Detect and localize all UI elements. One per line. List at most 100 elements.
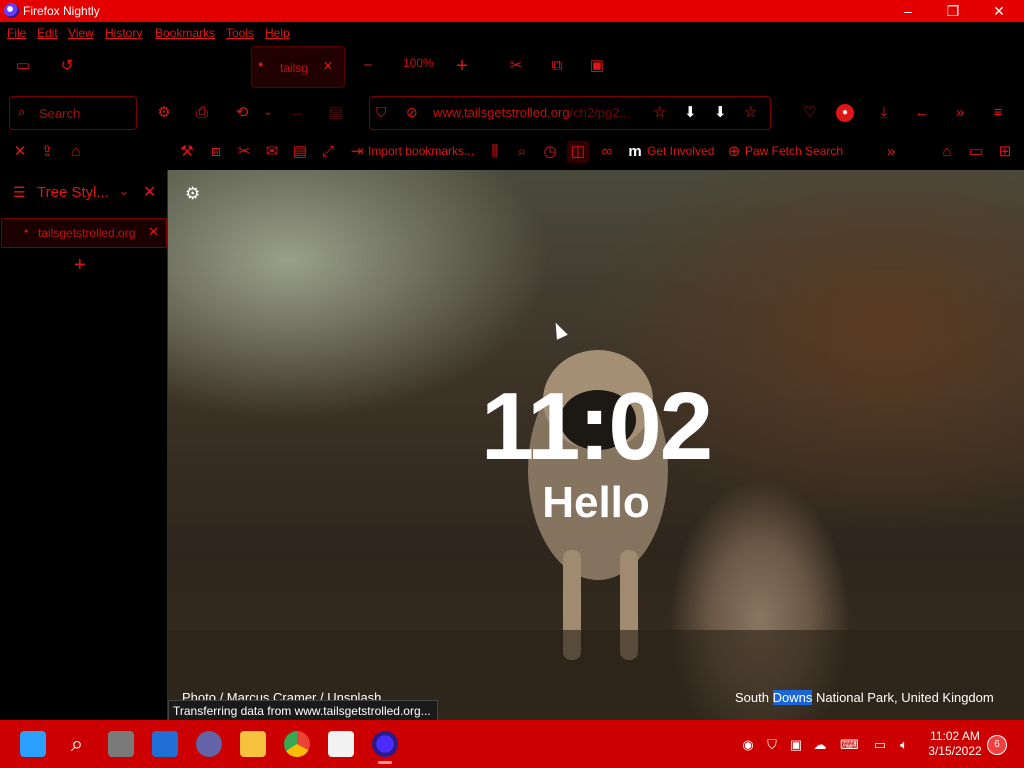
- sidebar-close-icon[interactable]: ✕: [143, 182, 156, 202]
- new-folder-icon[interactable]: ▤: [289, 141, 311, 163]
- pocket-icon[interactable]: ♡: [799, 102, 821, 124]
- sidebar-toggle-icon[interactable]: ◫: [567, 141, 589, 163]
- menu-view[interactable]: View: [68, 26, 94, 40]
- back-arrow-icon[interactable]: ←: [911, 102, 933, 124]
- extension-icon[interactable]: ⟲: [231, 102, 253, 124]
- search-box[interactable]: ⌕ Search: [9, 96, 137, 130]
- keyboard-icon[interactable]: ⌨: [840, 737, 859, 753]
- sidebar-chevron-down-icon[interactable]: ⌄: [119, 184, 129, 198]
- tray-onedrive-icon[interactable]: ☁: [812, 737, 828, 753]
- home-icon[interactable]: ⌂: [936, 141, 958, 163]
- chrome-icon[interactable]: [284, 731, 310, 757]
- import-icon[interactable]: ⇥: [346, 141, 368, 163]
- paw-fetch-search-link[interactable]: Paw Fetch Search: [745, 144, 843, 158]
- copy-icon[interactable]: ⧉: [546, 55, 568, 77]
- teams-chat-icon[interactable]: [196, 731, 222, 757]
- addons-icon[interactable]: ⧈: [205, 141, 227, 163]
- bookmarks-overflow-icon[interactable]: »: [880, 141, 902, 163]
- network-icon[interactable]: ▭: [872, 737, 888, 753]
- email-icon[interactable]: ✉: [261, 141, 283, 163]
- notification-badge[interactable]: 6: [987, 735, 1007, 755]
- bookmark-star-icon[interactable]: ☆: [653, 103, 666, 121]
- save-to-pocket-icon[interactable]: ⤓: [873, 102, 895, 124]
- ublock-icon[interactable]: ●: [836, 104, 854, 122]
- chevron-down-icon[interactable]: ⌄: [257, 102, 279, 124]
- solitaire-icon[interactable]: [328, 731, 354, 757]
- taskbar-date: 3/15/2022: [928, 744, 982, 758]
- sidebar-tab-close-icon[interactable]: ✕: [148, 224, 159, 240]
- menu-bookmarks[interactable]: Bookmarks: [155, 26, 215, 40]
- tab-overview-icon[interactable]: ▭: [12, 55, 34, 77]
- settings-icon[interactable]: ⚙: [153, 102, 175, 124]
- m-logo-icon[interactable]: m: [624, 141, 646, 163]
- library-icon[interactable]: ⇪: [36, 141, 58, 163]
- zoom-level[interactable]: 100%: [403, 56, 434, 70]
- active-app-indicator: [378, 761, 392, 764]
- hamburger-menu-icon[interactable]: ≡: [987, 102, 1009, 124]
- cut-icon[interactable]: ✂: [505, 55, 527, 77]
- tab-title: tailsg: [280, 61, 309, 75]
- history-icon[interactable]: ↺: [56, 55, 78, 77]
- get-involved-link[interactable]: Get Involved: [647, 144, 714, 158]
- tracking-protection-icon[interactable]: ⊘: [406, 104, 418, 121]
- paste-icon[interactable]: ▣: [586, 55, 608, 77]
- tray-teams-icon[interactable]: ▣: [788, 737, 804, 753]
- mask-icon[interactable]: ∞: [596, 141, 618, 163]
- tab-close-icon[interactable]: ✕: [323, 59, 333, 73]
- volume-icon[interactable]: 🔈︎: [896, 737, 912, 753]
- menu-file[interactable]: File: [7, 26, 26, 40]
- new-tab-button[interactable]: +: [74, 254, 86, 277]
- url-text[interactable]: www.tailsgetstrolled.org/ch2/pg2...: [433, 105, 630, 120]
- zoom-in-icon[interactable]: +: [451, 55, 473, 77]
- forward-disabled-icon: →: [289, 104, 305, 121]
- file-explorer-icon[interactable]: [240, 731, 266, 757]
- import-bookmarks-link[interactable]: Import bookmarks...: [368, 144, 474, 158]
- customize-icon[interactable]: ⚒: [176, 141, 198, 163]
- menu-edit[interactable]: Edit: [37, 26, 58, 40]
- taskbar-clock[interactable]: 11:02 AM 3/15/2022: [926, 729, 984, 759]
- menu-help[interactable]: Help: [265, 26, 290, 40]
- minimize-button[interactable]: –: [885, 0, 931, 22]
- globe-icon[interactable]: ⊕: [723, 141, 745, 163]
- download-icon-2[interactable]: ⬇: [714, 103, 727, 121]
- sidebar-title[interactable]: Tree Styl...: [37, 184, 109, 201]
- library-books-icon[interactable]: ⫼: [484, 141, 506, 163]
- menu-bar: File Edit View History Bookmarks Tools H…: [0, 22, 1024, 44]
- download-icon[interactable]: ⬇: [684, 103, 697, 121]
- sidebar-tab-item[interactable]: ● tailsgetstrolled.org ✕: [1, 218, 167, 248]
- tab-active[interactable]: ● tailsg ✕: [251, 46, 345, 88]
- overflow-icon[interactable]: »: [949, 102, 971, 124]
- zoom-out-icon[interactable]: −: [357, 55, 379, 77]
- favorite-star-icon[interactable]: ☆: [744, 103, 757, 121]
- taskbar-search-icon[interactable]: ⌕: [64, 731, 90, 757]
- folder-icon[interactable]: ⌂: [65, 141, 87, 163]
- url-path: /ch2/pg2...: [569, 105, 631, 120]
- shield-icon[interactable]: ⛉: [376, 104, 387, 121]
- tray-chrome-icon[interactable]: ◉: [740, 737, 756, 753]
- firefox-nightly-icon[interactable]: [372, 731, 398, 757]
- menu-history[interactable]: History: [105, 26, 142, 40]
- task-view-icon[interactable]: [108, 731, 134, 757]
- fullscreen-icon[interactable]: ⤢: [317, 141, 339, 163]
- greeting: Hello: [542, 478, 650, 527]
- print-icon[interactable]: ⎙: [191, 102, 213, 124]
- new-window-icon[interactable]: ⊞: [994, 141, 1016, 163]
- photo-location[interactable]: South Downs National Park, United Kingdo…: [735, 690, 994, 705]
- firefox-icon: [4, 3, 19, 18]
- close-window-button[interactable]: ✕: [976, 0, 1022, 22]
- location-prefix: South: [735, 690, 773, 705]
- clock-icon[interactable]: ◷: [539, 141, 561, 163]
- window-icon[interactable]: ▭: [965, 141, 987, 163]
- screenshot-icon[interactable]: ✂: [233, 141, 255, 163]
- menu-tools[interactable]: Tools: [226, 26, 254, 40]
- clock-time: 11:02: [480, 373, 713, 480]
- tray-defender-icon[interactable]: ⛉: [764, 737, 780, 753]
- sidebar-tab-favicon-icon: ●: [24, 228, 29, 235]
- start-icon[interactable]: [20, 731, 46, 757]
- close-sidebar-icon[interactable]: ✕: [9, 141, 31, 163]
- find-icon[interactable]: ⌕: [511, 141, 533, 163]
- newtab-settings-icon[interactable]: ⚙: [185, 184, 200, 204]
- location-highlight: Downs: [772, 690, 813, 705]
- widgets-icon[interactable]: [152, 731, 178, 757]
- maximize-button[interactable]: ❐: [930, 0, 976, 22]
